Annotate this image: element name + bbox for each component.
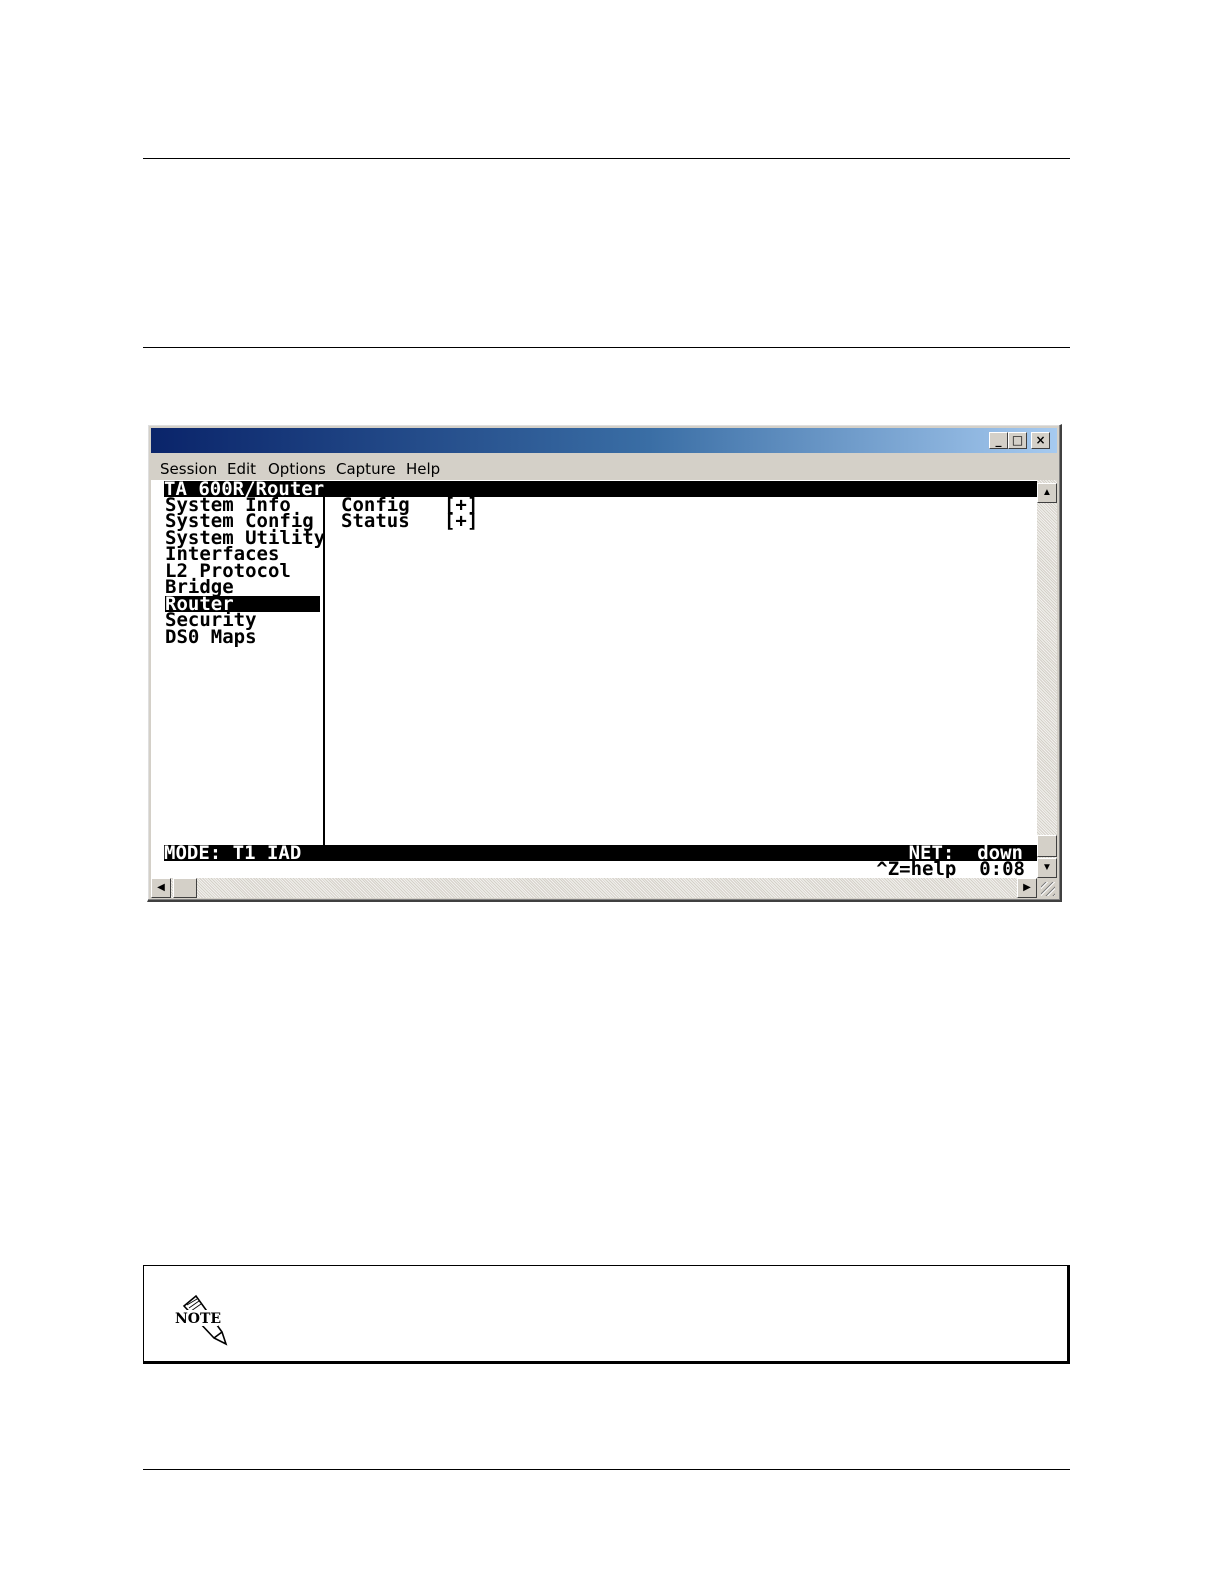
header-rule-top bbox=[143, 158, 1070, 159]
terminal-window: _ □ × Session Edit Options Capture Help … bbox=[147, 424, 1062, 902]
close-button[interactable]: × bbox=[1031, 432, 1050, 449]
header-rule-bottom bbox=[143, 347, 1070, 348]
menu-capture[interactable]: Capture bbox=[336, 460, 396, 478]
horizontal-scroll-thumb[interactable] bbox=[173, 878, 197, 898]
sub-item-status[interactable]: Status [+] bbox=[341, 510, 479, 532]
menu-session[interactable]: Session bbox=[160, 460, 217, 478]
scroll-left-icon[interactable]: ◀ bbox=[151, 878, 171, 898]
scroll-down-icon[interactable]: ▼ bbox=[1037, 858, 1057, 878]
vertical-scrollbar[interactable]: ▲ ▼ bbox=[1037, 480, 1057, 878]
footer-rule bbox=[143, 1469, 1070, 1470]
note-icon-label: NOTE bbox=[175, 1311, 221, 1327]
note-box: NOTE bbox=[143, 1265, 1070, 1364]
sub-item-status-marker: [+] bbox=[443, 510, 479, 532]
note-icon: NOTE bbox=[175, 1294, 228, 1346]
horizontal-scrollbar[interactable]: ◀ ▶ bbox=[151, 878, 1037, 898]
mode-label: MODE: T1 IAD bbox=[164, 842, 302, 864]
terminal-header: TA 600R/Router bbox=[164, 480, 1037, 499]
resize-grip-icon[interactable] bbox=[1041, 882, 1055, 896]
terminal-screen[interactable]: TA 600R/Router System Info System Config… bbox=[151, 480, 1037, 878]
help-hint: ^Z=help 0:08 bbox=[876, 858, 1025, 879]
menu-help[interactable]: Help bbox=[406, 460, 440, 478]
minimize-button[interactable]: _ bbox=[989, 432, 1008, 449]
menu-edit[interactable]: Edit bbox=[227, 460, 256, 478]
menu-bar: Session Edit Options Capture Help bbox=[151, 455, 1057, 479]
sub-item-status-label: Status bbox=[341, 510, 410, 532]
pane-divider bbox=[323, 497, 325, 845]
menu-options[interactable]: Options bbox=[268, 460, 326, 478]
vertical-scroll-thumb[interactable] bbox=[1037, 835, 1057, 857]
maximize-button[interactable]: □ bbox=[1008, 432, 1027, 449]
scroll-right-icon[interactable]: ▶ bbox=[1017, 878, 1037, 898]
menu-entry-ds0-maps[interactable]: DS0 Maps bbox=[165, 628, 257, 647]
title-bar[interactable]: _ □ × bbox=[151, 428, 1057, 453]
scroll-up-icon[interactable]: ▲ bbox=[1037, 483, 1057, 503]
